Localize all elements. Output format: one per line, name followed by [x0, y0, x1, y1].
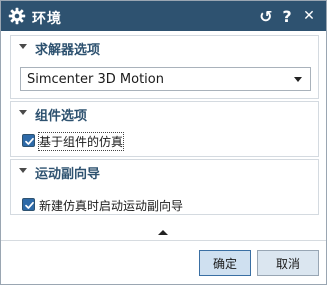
solver-select-value: Simcenter 3D Motion: [27, 72, 164, 87]
dialog-title: 环境: [32, 11, 62, 27]
component-simulation-checkbox[interactable]: [22, 134, 35, 147]
environment-dialog: 环境 ↺ ? ✕ 求解器选项 Simcenter 3D Motion 组件选项 …: [0, 0, 327, 285]
title-bar[interactable]: 环境 ↺ ? ✕: [1, 1, 326, 31]
collapse-caret-icon: [19, 110, 27, 115]
chevron-down-icon: [294, 77, 302, 82]
group-header-component-options[interactable]: 组件选项: [11, 102, 318, 124]
collapse-caret-icon: [19, 168, 27, 173]
gear-icon: [8, 7, 26, 25]
help-icon: ?: [282, 6, 292, 26]
group-title: 运动副向导: [35, 167, 101, 182]
solver-select[interactable]: Simcenter 3D Motion: [20, 67, 311, 91]
footer-divider: [1, 240, 326, 241]
dialog-body: 求解器选项 Simcenter 3D Motion 组件选项 基于组件的仿真 运…: [10, 35, 319, 241]
joint-wizard-checkbox[interactable]: [22, 198, 35, 211]
cancel-button[interactable]: 取消: [257, 250, 319, 276]
close-button[interactable]: ✕: [299, 6, 319, 26]
group-title: 组件选项: [35, 109, 88, 124]
reset-icon: ↺: [259, 6, 273, 26]
close-icon: ✕: [303, 8, 315, 24]
group-header-solver-options[interactable]: 求解器选项: [11, 36, 318, 58]
expand-more-icon[interactable]: [158, 230, 168, 235]
component-simulation-label: 基于组件的仿真: [37, 132, 125, 151]
reset-button[interactable]: ↺: [256, 6, 276, 26]
collapse-caret-icon: [19, 44, 27, 49]
group-solver-options: 求解器选项 Simcenter 3D Motion: [10, 35, 319, 99]
group-title: 求解器选项: [35, 43, 101, 58]
group-header-joint-wizard[interactable]: 运动副向导: [11, 160, 318, 182]
help-button[interactable]: ?: [277, 6, 297, 26]
group-component-options: 组件选项 基于组件的仿真: [10, 101, 319, 157]
ok-button[interactable]: 确定: [199, 250, 251, 276]
joint-wizard-label: 新建仿真时启动运动副向导: [39, 199, 184, 213]
group-joint-wizard: 运动副向导 新建仿真时启动运动副向导: [10, 159, 319, 215]
